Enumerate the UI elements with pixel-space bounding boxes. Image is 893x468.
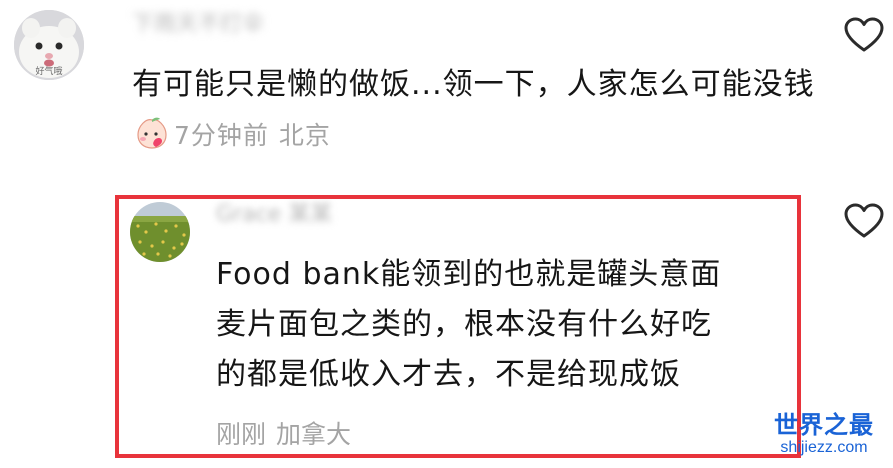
comment-text: 有可能只是懒的做饭...领一下，人家怎么可能没钱 [132, 67, 815, 102]
watermark-domain: shijiezz.com [780, 439, 868, 456]
comment-username[interactable]: 下雨天不打伞 [132, 10, 342, 40]
comment-body: 有可能只是懒的做饭...领一下，人家怎么可能没钱 7分钟前 北京 [132, 60, 822, 161]
comment-username[interactable]: Grace 某某 [216, 200, 416, 230]
comment-timestamp: 刚刚 [216, 420, 267, 449]
comment-meta: 刚刚 加拿大 [216, 418, 351, 452]
comment-location: 加拿大 [276, 420, 352, 449]
watermark-title: 世界之最 [774, 411, 874, 439]
site-watermark-logo: 世界之最 shijiezz.com [765, 411, 883, 457]
comment-text-line: Food bank能领到的也就是罐头意面 [216, 257, 722, 292]
user-avatar[interactable] [130, 202, 190, 262]
grass-field-avatar-image [130, 202, 190, 262]
comment-timestamp: 7分钟前 [174, 121, 269, 150]
comment-text-line: 的都是低收入才去，不是给现成饭 [216, 357, 681, 392]
avatar-badge-text: 好气哦 [35, 67, 63, 77]
user-avatar[interactable]: 好气哦 [14, 10, 84, 80]
like-heart-icon[interactable] [843, 16, 885, 54]
blushing-peach-emoji-icon [134, 116, 170, 150]
comment-text-line: 麦片面包之类的，根本没有什么好吃 [216, 307, 712, 342]
like-heart-icon[interactable] [843, 202, 885, 240]
comment-body: Food bank能领到的也就是罐头意面 麦片面包之类的，根本没有什么好吃 的都… [216, 250, 786, 400]
comment-location: 北京 [278, 121, 331, 150]
